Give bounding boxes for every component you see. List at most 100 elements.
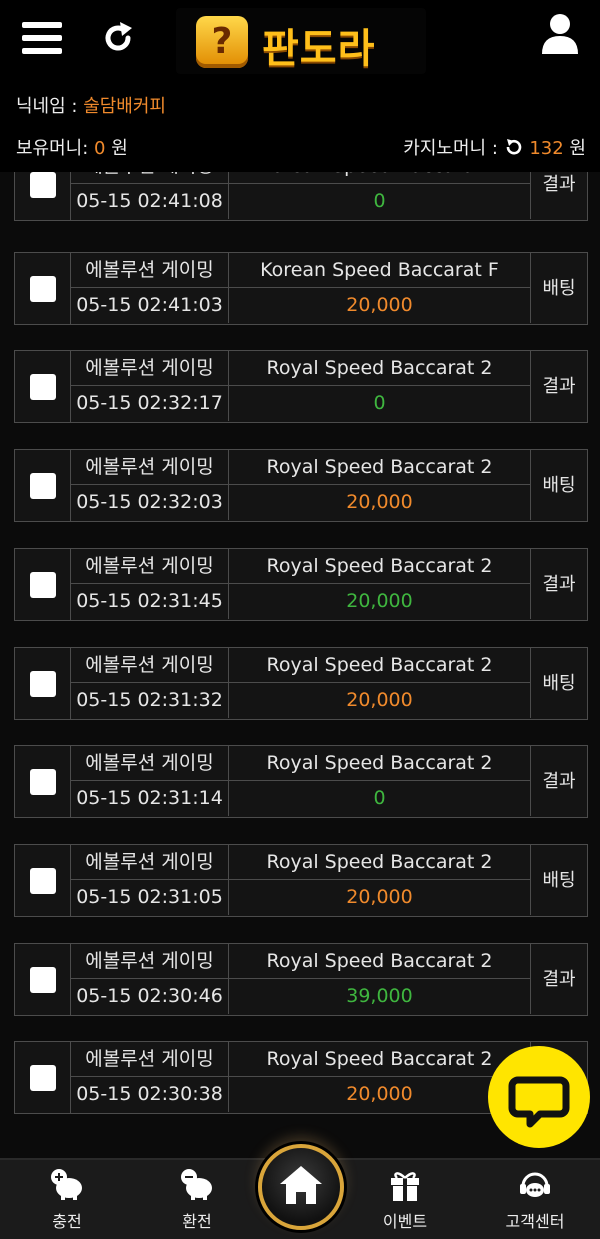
user-icon[interactable] xyxy=(540,12,580,56)
bet-time: 05-15 02:41:03 xyxy=(71,288,229,323)
checkbox-cell xyxy=(15,845,71,916)
table-row: 에볼루션 게이밍 05-15 02:41:03 Korean Speed Bacca… xyxy=(14,252,588,325)
table-row: 에볼루션 게이밍 05-15 02:31:32 Royal Speed Baccar… xyxy=(14,647,588,720)
provider-name: 에볼루션 게이밍 xyxy=(71,746,229,781)
nav-event-label: 이벤트 xyxy=(382,1212,428,1231)
bet-time: 05-15 02:31:45 xyxy=(71,584,229,619)
nav-support-label: 고객센터 xyxy=(505,1212,565,1231)
bet-status: 배팅 xyxy=(542,278,576,299)
row-checkbox[interactable] xyxy=(30,1065,56,1091)
bet-amount: 39,000 xyxy=(229,979,531,1014)
refresh-icon[interactable] xyxy=(98,18,138,58)
bet-status: 배팅 xyxy=(542,673,576,694)
chat-icon xyxy=(508,1076,570,1128)
game-name: Korean Speed Baccarat F xyxy=(229,172,531,184)
nickname: 닉네임 : 술담배커피 xyxy=(16,92,166,118)
row-checkbox[interactable] xyxy=(30,671,56,697)
table-row: 에볼루션 게이밍 05-15 02:32:03 Royal Speed Baccar… xyxy=(14,449,588,522)
table-row: 에볼루션 게이밍 05-15 02:30:46 Royal Speed Baccar… xyxy=(14,943,588,1016)
table-row: 에볼루션 게이밍 05-15 02:31:14 Royal Speed Baccar… xyxy=(14,745,588,818)
bet-status: 배팅 xyxy=(542,475,576,496)
row-checkbox[interactable] xyxy=(30,967,56,993)
provider-name: 에볼루션 게이밍 xyxy=(71,253,229,288)
game-name: Royal Speed Baccarat 2 xyxy=(229,944,531,979)
bet-status: 결과 xyxy=(542,174,576,195)
checkbox-cell xyxy=(15,1042,71,1113)
table-row: 에볼루션 게이밍 05-15 02:32:17 Royal Speed Baccar… xyxy=(14,350,588,423)
game-name: Royal Speed Baccarat 2 xyxy=(229,450,531,485)
nickname-value: 술담배커피 xyxy=(83,96,166,117)
money-label: 보유머니: xyxy=(16,138,95,159)
checkbox-cell xyxy=(15,648,71,719)
provider-name: 에볼루션 게이밍 xyxy=(71,549,229,584)
nav-event[interactable]: 이벤트 xyxy=(350,1168,460,1238)
row-checkbox[interactable] xyxy=(30,572,56,598)
table-row: 에볼루션 게이밍 05-15 02:31:45 Royal Speed Baccar… xyxy=(14,548,588,621)
table-row: 에볼루션 게이밍05-15 02:41:08Korean Speed Bacca… xyxy=(14,172,588,221)
checkbox-cell xyxy=(15,746,71,817)
game-name: Royal Speed Baccarat 2 xyxy=(229,1042,531,1077)
bet-time: 05-15 02:32:03 xyxy=(71,485,229,520)
bet-amount: 20,000 xyxy=(229,1077,531,1112)
bet-time: 05-15 02:31:32 xyxy=(71,683,229,718)
bet-time: 05-15 02:31:14 xyxy=(71,781,229,816)
top-bar: ? 판도라 xyxy=(0,0,600,82)
bet-history-list: 에볼루션 게이밍05-15 02:41:08Korean Speed Bacca… xyxy=(0,172,600,1156)
game-name: Royal Speed Baccarat 2 xyxy=(229,648,531,683)
piggy-plus-icon xyxy=(51,1169,82,1200)
bet-amount: 0 xyxy=(229,781,531,816)
bet-time: 05-15 02:31:05 xyxy=(71,880,229,915)
logo-mark: ? xyxy=(196,16,248,68)
money-unit: 원 xyxy=(105,138,128,159)
row-checkbox[interactable] xyxy=(30,473,56,499)
nav-withdraw-label: 환전 xyxy=(182,1212,212,1231)
nickname-label: 닉네임 : xyxy=(16,96,84,117)
bet-status: 결과 xyxy=(542,376,576,397)
account-info: 닉네임 : 술담배커피 보유머니: 0 원 카지노머니 : 132 원 xyxy=(0,82,600,172)
row-checkbox[interactable] xyxy=(30,172,56,198)
checkbox-cell xyxy=(15,253,71,324)
table-row: 에볼루션 게이밍 05-15 02:31:05 Royal Speed Baccar… xyxy=(14,844,588,917)
money-value: 0 xyxy=(94,138,106,159)
bet-amount: 20,000 xyxy=(229,683,531,718)
checkbox-cell xyxy=(15,549,71,620)
casino-money: 카지노머니 : 132 원 xyxy=(403,134,586,160)
row-checkbox[interactable] xyxy=(30,374,56,400)
menu-icon[interactable] xyxy=(22,22,62,54)
provider-name: 에볼루션 게이밍 xyxy=(71,648,229,683)
row-checkbox[interactable] xyxy=(30,276,56,302)
row-checkbox[interactable] xyxy=(30,868,56,894)
held-money: 보유머니: 0 원 xyxy=(16,134,128,160)
bet-amount: 20,000 xyxy=(229,880,531,915)
checkbox-cell xyxy=(15,450,71,521)
gift-icon xyxy=(391,1172,419,1201)
bet-status: 결과 xyxy=(542,771,576,792)
bet-status: 결과 xyxy=(542,574,576,595)
nav-withdraw[interactable]: 환전 xyxy=(142,1168,252,1238)
game-name: Royal Speed Baccarat 2 xyxy=(229,549,531,584)
provider-name: 에볼루션 게이밍 xyxy=(71,450,229,485)
provider-name: 에볼루션 게이밍 xyxy=(71,172,229,184)
row-checkbox[interactable] xyxy=(30,769,56,795)
checkbox-cell xyxy=(15,351,71,422)
home-button[interactable] xyxy=(258,1144,344,1230)
chat-button[interactable] xyxy=(488,1046,590,1148)
casino-value: 132 xyxy=(529,138,564,159)
casino-label: 카지노머니 : xyxy=(403,138,504,159)
casino-refresh-icon[interactable] xyxy=(504,137,524,157)
site-logo[interactable]: ? 판도라 xyxy=(176,8,426,74)
nav-support[interactable]: 고객센터 xyxy=(480,1168,590,1238)
bet-time: 05-15 02:41:08 xyxy=(71,184,229,219)
bet-time: 05-15 02:32:17 xyxy=(71,386,229,421)
game-name: Royal Speed Baccarat 2 xyxy=(229,746,531,781)
piggy-minus-icon xyxy=(181,1169,212,1200)
bet-time: 05-15 02:30:46 xyxy=(71,979,229,1014)
provider-name: 에볼루션 게이밍 xyxy=(71,944,229,979)
game-name: Royal Speed Baccarat 2 xyxy=(229,351,531,386)
home-icon xyxy=(280,1166,322,1204)
headset-icon xyxy=(520,1172,550,1197)
nav-deposit[interactable]: 충전 xyxy=(12,1168,122,1238)
checkbox-cell xyxy=(15,172,71,220)
bet-amount: 0 xyxy=(229,184,531,219)
bet-time: 05-15 02:30:38 xyxy=(71,1077,229,1112)
